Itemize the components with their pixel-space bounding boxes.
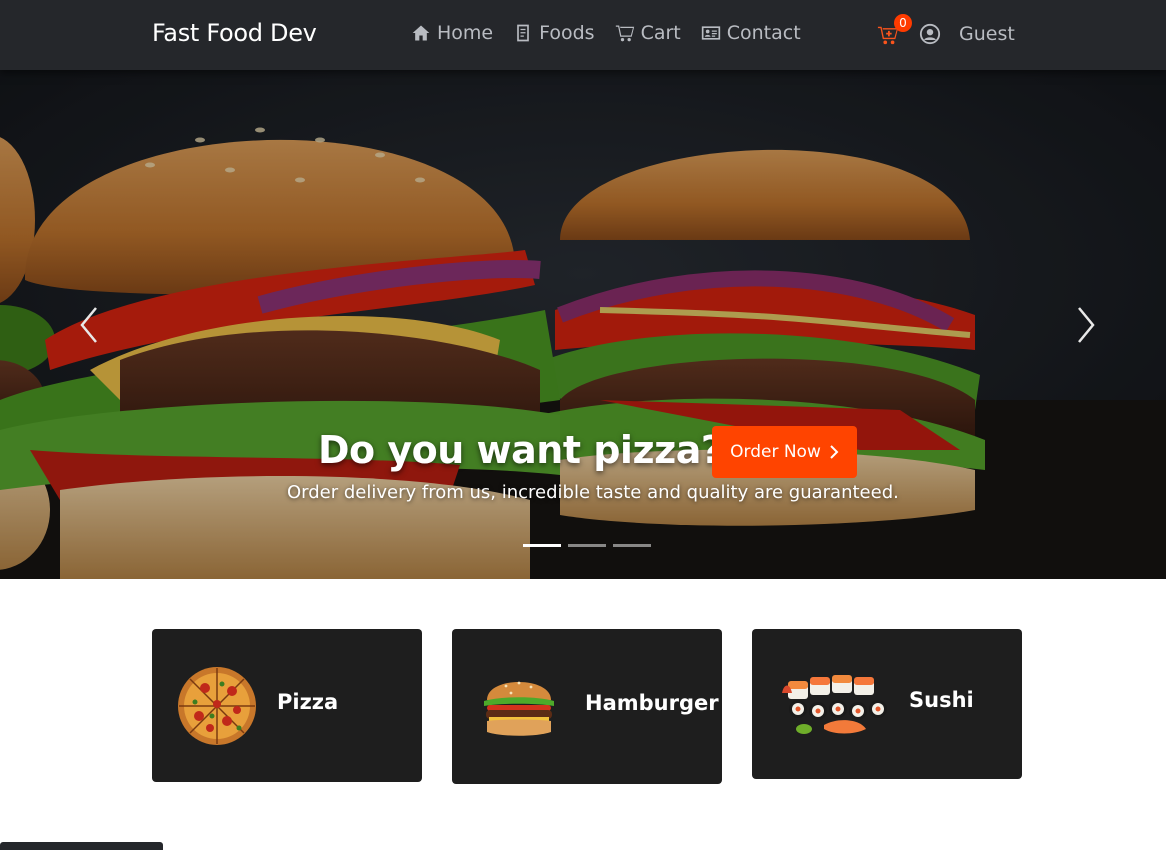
carousel-indicator[interactable] [613, 544, 651, 547]
brand-logo[interactable]: Fast Food Dev [152, 19, 317, 47]
carousel-prev-button[interactable] [74, 302, 104, 348]
user-name-link[interactable]: Guest [959, 23, 1015, 45]
document-icon [517, 24, 529, 42]
carousel-indicator[interactable] [568, 544, 606, 547]
order-now-label: Order Now [730, 442, 821, 462]
hero-carousel: Do you want pizza? Order Now Order deliv… [0, 70, 1166, 579]
bottom-bar [0, 842, 163, 850]
category-label-hamburger: Hamburger [585, 691, 719, 715]
carousel-indicators [523, 544, 651, 547]
cart-count-badge: 0 [894, 14, 912, 32]
nav-link-label: Cart [640, 22, 681, 44]
nav-link-foods[interactable]: Foods [513, 22, 595, 44]
category-label-pizza: Pizza [277, 690, 339, 714]
navbar: Fast Food Dev Home Foods Cart Contact 0 [0, 0, 1166, 70]
nav-link-label: Foods [539, 22, 595, 44]
category-label-sushi: Sushi [909, 688, 974, 712]
chevron-left-icon [80, 307, 97, 343]
cart-icon [615, 25, 634, 42]
sushi-icon [782, 675, 887, 734]
nav-right: 0 Guest [877, 14, 1015, 52]
nav-links: Home Foods Cart Contact [411, 22, 801, 44]
home-icon [412, 25, 430, 41]
carousel-next-button[interactable] [1071, 302, 1101, 348]
chevron-right-icon [1078, 307, 1095, 343]
category-card-hamburger[interactable]: Hamburger [452, 629, 722, 784]
user-circle-icon [919, 23, 941, 45]
hero-subtitle: Order delivery from us, incredible taste… [287, 482, 899, 503]
category-card-sushi[interactable]: Sushi [752, 629, 1022, 779]
category-card-pizza[interactable]: Pizza [152, 629, 422, 782]
nav-link-cart[interactable]: Cart [615, 22, 681, 44]
carousel-indicator[interactable] [523, 544, 561, 547]
nav-link-home[interactable]: Home [411, 22, 493, 44]
contact-card-icon [701, 26, 720, 40]
nav-link-label: Home [437, 22, 494, 44]
nav-link-label: Contact [726, 22, 801, 44]
chevron-right-icon [830, 445, 839, 459]
hamburger-icon [484, 681, 554, 736]
header-cart-button[interactable]: 0 [877, 14, 912, 46]
hero-title: Do you want pizza? [318, 428, 723, 472]
nav-link-contact[interactable]: Contact [701, 22, 801, 44]
pizza-icon [178, 667, 256, 745]
order-now-button[interactable]: Order Now [712, 426, 857, 478]
user-account-button[interactable] [919, 23, 941, 45]
